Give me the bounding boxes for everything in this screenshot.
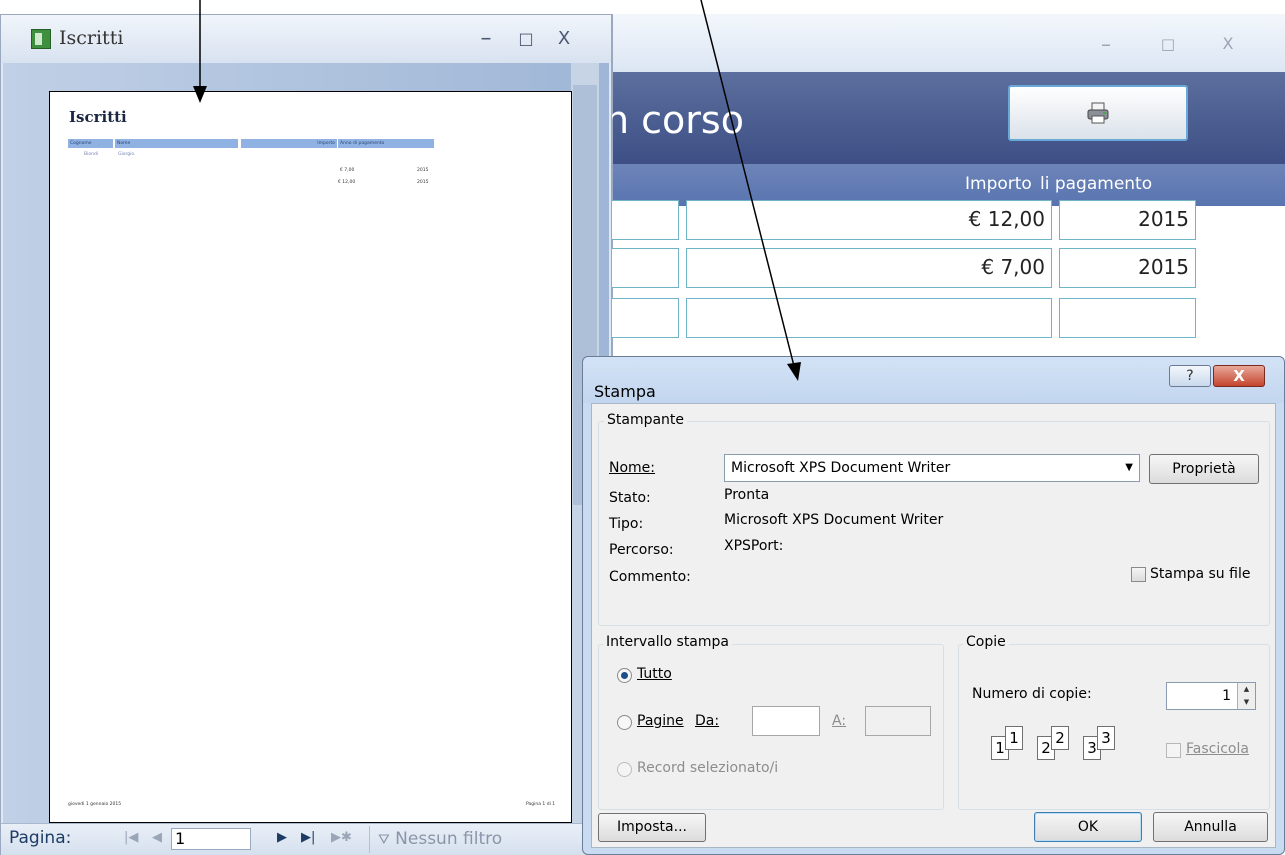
year-cell[interactable]: 2015: [1059, 200, 1196, 240]
properties-button[interactable]: Proprietà: [1149, 454, 1259, 484]
report-title: Iscritti: [69, 108, 127, 126]
to-label: A:: [832, 713, 847, 729]
page-navigation-label: Pagina:: [9, 828, 72, 848]
path-label: Percorso:: [609, 542, 674, 558]
copies-group-title: Copie: [963, 634, 1009, 650]
column-label-importo: Importo: [965, 174, 1032, 194]
report-maximize-button[interactable]: □: [511, 25, 541, 53]
print-all-radio[interactable]: [617, 668, 632, 683]
dialog-close-button[interactable]: X: [1213, 365, 1265, 387]
year-cell[interactable]: [1059, 298, 1196, 338]
last-page-icon[interactable]: ▶|: [301, 830, 315, 845]
collate-illustration: 2 2: [1037, 726, 1083, 766]
print-to-file-checkbox[interactable]: [1131, 567, 1146, 582]
report-preview-window: Iscritti – □ X Iscritti Cognome Nome Imp…: [0, 14, 612, 855]
print-pages-label: Pagine: [637, 713, 684, 729]
path-value: XPSPort:: [724, 538, 784, 554]
printer-group-title: Stampante: [604, 412, 688, 428]
report-year: 2015: [417, 168, 429, 173]
print-pages-radio[interactable]: [617, 715, 632, 730]
status-value: Pronta: [724, 487, 770, 503]
printer-name-label: Nome:: [609, 460, 656, 476]
copy-page-icon: 1: [1005, 726, 1023, 750]
from-page-input[interactable]: [752, 706, 820, 736]
comment-label: Commento:: [609, 569, 691, 585]
form-maximize-button[interactable]: □: [1153, 32, 1183, 56]
status-label: Stato:: [609, 490, 651, 506]
report-window-title: Iscritti: [59, 27, 124, 49]
filter-label: Nessun filtro: [395, 829, 503, 849]
selected-records-label: Record selezionato/i: [637, 760, 779, 776]
number-of-copies-label: Numero di copie:: [972, 686, 1092, 702]
first-page-icon[interactable]: |◀: [124, 830, 138, 845]
column-label-pagamento: li pagamento: [1040, 174, 1153, 194]
setup-button[interactable]: Imposta...: [598, 813, 706, 842]
copies-spinner[interactable]: 1 ▲ ▼: [1166, 682, 1256, 710]
collate-illustration: 1 1: [991, 726, 1037, 766]
printer-name-value: Microsoft XPS Document Writer: [731, 460, 951, 476]
print-to-file-label: Stampa su file: [1150, 566, 1251, 582]
print-dialog: Stampa ? X Stampante Nome: Microsoft XPS…: [582, 356, 1285, 855]
copy-page-icon: 3: [1097, 726, 1115, 750]
type-value: Microsoft XPS Document Writer: [724, 512, 944, 528]
chevron-down-icon: ▼: [1125, 462, 1133, 473]
ok-button[interactable]: OK: [1034, 812, 1142, 842]
filter-icon: ⛛: [378, 832, 390, 848]
report-close-button[interactable]: X: [549, 25, 579, 53]
print-dialog-body: Stampante Nome: Microsoft XPS Document W…: [591, 403, 1276, 848]
table-cell[interactable]: [611, 200, 679, 240]
record-navigation-bar: Pagina: |◀ ◀ 1 ▶ ▶| ▶✱ ⛛ Nessun filtro: [1, 823, 611, 855]
form-header-title: n corso: [605, 98, 744, 142]
next-page-icon[interactable]: ▶: [277, 830, 287, 845]
amount-cell[interactable]: € 7,00: [686, 248, 1052, 288]
report-column-header: Importo: [241, 139, 337, 148]
selected-records-radio[interactable]: [617, 762, 632, 777]
type-label: Tipo:: [609, 516, 644, 532]
report-column-header: Anno di pagamento: [338, 139, 434, 148]
report-nome: Giorgio: [118, 152, 135, 157]
report-cognome: Biondi: [84, 152, 99, 157]
access-report-icon: [31, 29, 51, 49]
report-footer-date: giovedì 1 gennaio 2015: [68, 802, 122, 807]
printer-name-select[interactable]: Microsoft XPS Document Writer ▼: [724, 454, 1140, 482]
report-amount: € 7,00: [340, 168, 355, 173]
form-minimize-button[interactable]: –: [1091, 32, 1121, 56]
printer-icon: [1087, 102, 1109, 124]
page-number-input[interactable]: 1: [171, 828, 251, 850]
report-minimize-button[interactable]: –: [471, 25, 501, 53]
table-cell[interactable]: [611, 248, 679, 288]
report-column-header: Cognome: [68, 139, 113, 148]
report-year: 2015: [417, 180, 429, 185]
from-label: Da:: [695, 713, 720, 729]
copies-value: 1: [1222, 688, 1231, 704]
filter-indicator[interactable]: ⛛ Nessun filtro: [369, 826, 554, 853]
to-page-input[interactable]: [865, 706, 931, 736]
help-button[interactable]: ?: [1169, 365, 1211, 387]
report-page: Iscritti Cognome Nome Importo Anno di pa…: [49, 91, 572, 823]
table-cell[interactable]: [611, 298, 679, 338]
print-dialog-title: Stampa: [594, 382, 656, 401]
amount-cell[interactable]: [686, 298, 1052, 338]
cancel-button[interactable]: Annulla: [1153, 812, 1268, 842]
print-button[interactable]: [1008, 85, 1188, 141]
report-column-header: Nome: [115, 139, 238, 148]
spinner-arrows-icon[interactable]: ▲ ▼: [1237, 683, 1255, 709]
amount-cell[interactable]: € 12,00: [686, 200, 1052, 240]
year-cell[interactable]: 2015: [1059, 248, 1196, 288]
new-record-icon[interactable]: ▶✱: [331, 830, 352, 845]
print-range-title: Intervallo stampa: [603, 634, 732, 650]
previous-page-icon[interactable]: ◀: [152, 830, 162, 845]
copy-page-icon: 2: [1051, 726, 1069, 750]
form-window-titlebar: [613, 14, 1285, 72]
collate-illustration: 3 3: [1083, 726, 1129, 766]
collate-label: Fascicola: [1186, 741, 1249, 757]
report-amount: € 12,00: [338, 180, 356, 185]
collate-checkbox[interactable]: [1166, 743, 1181, 758]
report-footer-page: Pagina 1 di 1: [526, 802, 556, 807]
form-close-button[interactable]: X: [1213, 32, 1243, 56]
print-all-label: Tutto: [637, 666, 672, 682]
